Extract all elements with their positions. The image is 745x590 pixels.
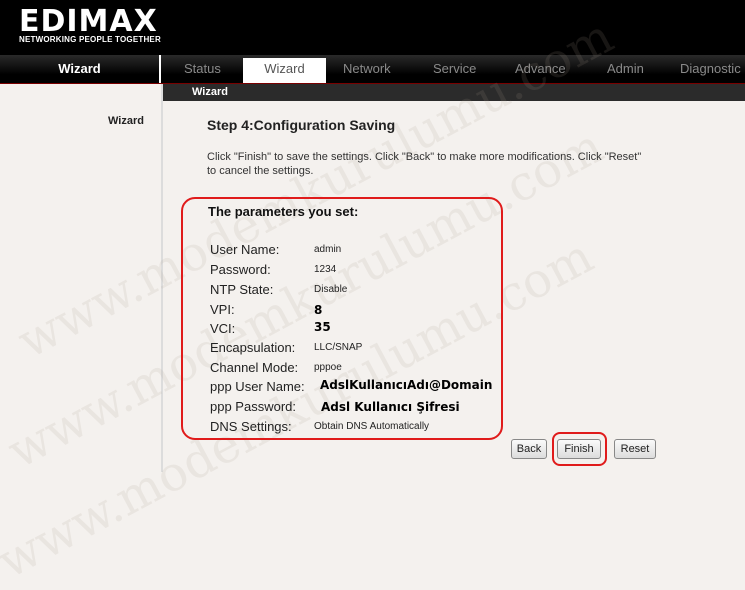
nav-section-label: Wizard xyxy=(0,55,161,83)
header: EDIMAX NETWORKING PEOPLE TOGETHER xyxy=(0,0,745,55)
reset-button[interactable]: Reset xyxy=(614,439,656,459)
param-label-vpi: VPI: xyxy=(210,302,235,317)
param-value-encapsulation: LLC/SNAP xyxy=(314,342,363,353)
step-title: Step 4:Configuration Saving xyxy=(207,117,396,133)
param-label-encapsulation: Encapsulation: xyxy=(210,340,296,355)
edimax-logo: EDIMAX xyxy=(19,4,158,39)
param-value-dns-settings: Obtain DNS Automatically xyxy=(314,421,430,432)
param-value-ntp-state: Disable xyxy=(314,284,348,295)
tab-status[interactable]: Status xyxy=(184,55,221,83)
param-label-ppp-user-name: ppp User Name: xyxy=(210,379,305,394)
param-value-ppp-password: Adsl Kullanıcı Şifresi xyxy=(321,400,460,414)
tab-wizard[interactable]: Wizard xyxy=(243,58,326,83)
tab-diagnostic[interactable]: Diagnostic xyxy=(680,55,741,83)
param-label-channel-mode: Channel Mode: xyxy=(210,360,299,375)
param-value-vpi: 8 xyxy=(314,303,323,317)
param-label-dns-settings: DNS Settings: xyxy=(210,419,292,434)
sub-header-bar: Wizard xyxy=(163,84,745,101)
parameters-title: The parameters you set: xyxy=(208,204,359,219)
param-label-vci: VCI: xyxy=(210,321,236,336)
sub-header-title: Wizard xyxy=(192,86,228,98)
tab-admin[interactable]: Admin xyxy=(607,55,644,83)
param-label-password: Password: xyxy=(210,262,271,277)
nav-bar: Wizard Status Wizard Network Service Adv… xyxy=(0,55,745,84)
param-label-ppp-password: ppp Password: xyxy=(210,399,296,414)
param-label-user-name: User Name: xyxy=(210,242,280,257)
param-value-vci: 35 xyxy=(314,320,331,334)
param-value-channel-mode: pppoe xyxy=(314,362,342,373)
param-label-ntp-state: NTP State: xyxy=(210,282,274,297)
param-value-ppp-user-name: AdslKullanıcıAdı@Domain xyxy=(320,378,493,392)
sidebar-item-wizard[interactable]: Wizard xyxy=(108,115,144,127)
finish-button[interactable]: Finish xyxy=(557,439,601,459)
back-button[interactable]: Back xyxy=(511,439,547,459)
param-value-password: 1234 xyxy=(314,264,337,275)
tab-network[interactable]: Network xyxy=(343,55,391,83)
param-value-user-name: admin xyxy=(314,244,342,255)
brand-tagline: NETWORKING PEOPLE TOGETHER xyxy=(19,35,161,44)
tab-advance[interactable]: Advance xyxy=(515,55,566,83)
step-description: Click "Finish" to save the settings. Cli… xyxy=(207,151,642,177)
tab-service[interactable]: Service xyxy=(433,55,476,83)
